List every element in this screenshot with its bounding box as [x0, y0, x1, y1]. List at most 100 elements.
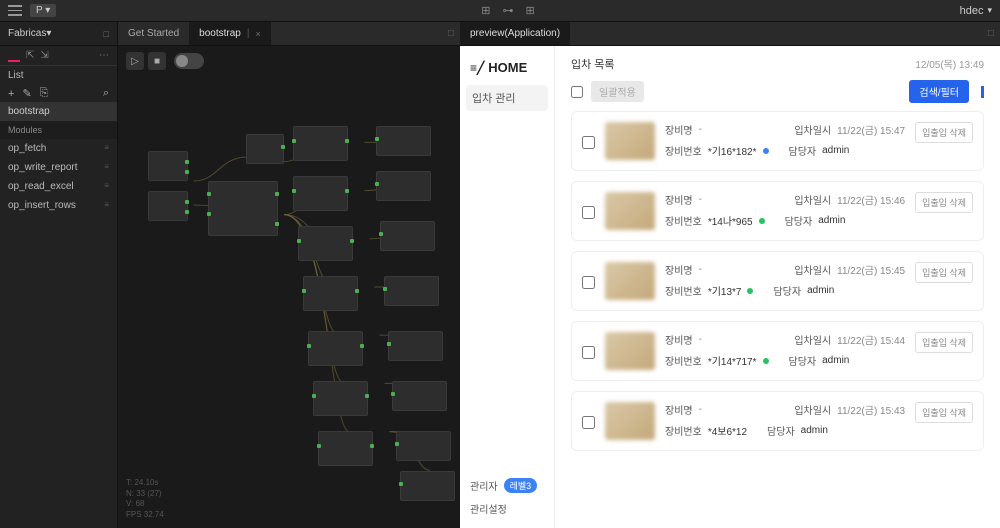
owner-value: admin [807, 285, 834, 296]
toolbar-icon-3[interactable]: ⊞ [525, 4, 534, 17]
owner-label: 담당자 [785, 213, 813, 228]
equip-value: - [699, 124, 702, 135]
tab-bootstrap[interactable]: bootstrap|× [189, 22, 271, 45]
search-icon[interactable]: ⌕ [103, 87, 109, 100]
project-badge[interactable]: P ▾ [30, 4, 56, 17]
filter-icon[interactable] [8, 50, 20, 62]
module-item[interactable]: op_write_report≡ [0, 158, 117, 177]
expand-icon[interactable]: ⇲ [40, 50, 48, 61]
owner-label: 담당자 [773, 283, 801, 298]
no-value: *기14*717* [708, 353, 757, 368]
thumbnail [605, 402, 655, 440]
toolbar-icon-1[interactable]: ⊞ [481, 4, 490, 17]
module-item[interactable]: op_fetch≡ [0, 139, 117, 158]
module-item[interactable]: op_read_excel≡ [0, 177, 117, 196]
graph-stats: T: 24.10sN: 33 (27)V: 68FPS 32.74 [126, 478, 164, 520]
panel-menu-icon[interactable]: □ [988, 28, 994, 39]
page-datetime: 12/05(목) 13:49 [915, 56, 984, 72]
owner-label: 담당자 [789, 353, 817, 368]
equip-value: - [699, 194, 702, 205]
search-filter-button[interactable]: 검색/필터 [909, 80, 969, 103]
status-dot [759, 218, 765, 224]
close-icon[interactable]: × [255, 29, 260, 39]
hamburger-icon[interactable] [8, 4, 22, 18]
row-checkbox[interactable] [582, 416, 595, 429]
delete-button[interactable]: 입출입 삭제 [915, 402, 973, 423]
time-value: 11/22(금) 15:43 [837, 402, 905, 417]
row-checkbox[interactable] [582, 346, 595, 359]
time-value: 11/22(금) 15:47 [837, 122, 905, 137]
list-item: 장비명 - 입차일시 11/22(금) 15:44 장비번호 *기14*717*… [571, 321, 984, 381]
list-section-label: List [0, 66, 117, 85]
no-label: 장비번호 [665, 423, 702, 438]
delete-button[interactable]: 입출입 삭제 [915, 332, 973, 353]
stop-button[interactable]: ■ [148, 52, 166, 70]
no-label: 장비번호 [665, 353, 702, 368]
topbar: P ▾ ⊞ ⊶ ⊞ hdec ▾ [0, 0, 1000, 22]
owner-value: admin [818, 215, 845, 226]
chevron-down-icon[interactable]: ▾ [46, 28, 51, 39]
sidebar: Fabricas ▾ □ ⇱ ⇲ ⋯ List + ✎ ⎘ ⌕ bootstra… [0, 22, 118, 528]
user-menu[interactable]: hdec ▾ [960, 5, 992, 17]
chevron-down-icon: ▾ [987, 5, 992, 16]
list-item: 장비명 - 입차일시 11/22(금) 15:47 장비번호 *기16*182*… [571, 111, 984, 171]
no-label: 장비번호 [665, 283, 702, 298]
tab-get-started[interactable]: Get Started [118, 22, 189, 45]
copy-icon[interactable]: ⎘ [40, 87, 49, 100]
panel-menu-icon[interactable]: □ [448, 28, 454, 39]
row-checkbox[interactable] [582, 276, 595, 289]
modules-section-label: Modules [0, 121, 117, 139]
add-icon[interactable]: + [8, 88, 14, 100]
time-value: 11/22(금) 15:46 [837, 192, 905, 207]
delete-button[interactable]: 입출입 삭제 [915, 122, 973, 143]
more-icon[interactable]: ⋯ [99, 50, 109, 61]
row-checkbox[interactable] [582, 136, 595, 149]
module-item[interactable]: op_insert_rows≡ [0, 196, 117, 215]
equip-label: 장비명 [665, 332, 693, 347]
preview-content: 입차 목록 12/05(목) 13:49 일괄적용 검색/필터 장비명 - 입차… [555, 46, 1000, 528]
sidebar-item-inbound[interactable]: 입차 관리 [466, 85, 548, 111]
filter-indicator [981, 86, 984, 98]
close-icon[interactable]: □ [104, 29, 109, 39]
thumbnail [605, 192, 655, 230]
time-value: 11/22(금) 15:44 [837, 332, 905, 347]
settings-link[interactable]: 관리설정 [460, 497, 554, 520]
no-value: *기13*7 [708, 283, 742, 298]
no-label: 장비번호 [665, 213, 702, 228]
collapse-icon[interactable]: ⇱ [26, 50, 34, 61]
no-label: 장비번호 [665, 143, 702, 158]
owner-value: admin [822, 145, 849, 156]
owner-value: admin [801, 425, 828, 436]
home-icon: ≡╱ [470, 61, 484, 75]
auto-toggle[interactable] [174, 53, 204, 69]
tabs-row: Get Startedbootstrap|× □ [118, 22, 460, 46]
level-badge: 레벨3 [504, 478, 538, 493]
list-item: 장비명 - 입차일시 11/22(금) 15:45 장비번호 *기13*7 담당… [571, 251, 984, 311]
equip-value: - [699, 264, 702, 275]
row-checkbox[interactable] [582, 206, 595, 219]
select-all-checkbox[interactable] [571, 86, 583, 98]
delete-button[interactable]: 입출입 삭제 [915, 262, 973, 283]
play-button[interactable]: ▷ [126, 52, 144, 70]
equip-label: 장비명 [665, 122, 693, 137]
status-dot [763, 148, 769, 154]
graph-canvas[interactable]: T: 24.10sN: 33 (27)V: 68FPS 32.74 [118, 46, 460, 528]
delete-button[interactable]: 입출입 삭제 [915, 192, 973, 213]
home-link[interactable]: ≡╱ HOME [460, 54, 554, 81]
owner-label: 담당자 [767, 423, 795, 438]
thumbnail [605, 122, 655, 160]
time-label: 입차일시 [794, 262, 831, 277]
page-title: 입차 목록 [571, 56, 615, 72]
bulk-apply-button[interactable]: 일괄적용 [591, 81, 644, 102]
toolbar-icon-2[interactable]: ⊶ [502, 4, 513, 17]
equip-value: - [699, 404, 702, 415]
tab-preview[interactable]: preview(Application) [460, 22, 570, 45]
preview-sidebar: ≡╱ HOME 입차 관리 관리자 레벨3 관리설정 [460, 46, 555, 528]
no-value: *14나*965 [708, 213, 753, 228]
list-item: 장비명 - 입차일시 11/22(금) 15:43 장비번호 *4보6*12 담… [571, 391, 984, 451]
status-dot [763, 358, 769, 364]
owner-label: 담당자 [789, 143, 817, 158]
edit-icon[interactable]: ✎ [22, 87, 31, 100]
list-item[interactable]: bootstrap [0, 102, 117, 121]
no-value: *4보6*12 [708, 423, 747, 438]
